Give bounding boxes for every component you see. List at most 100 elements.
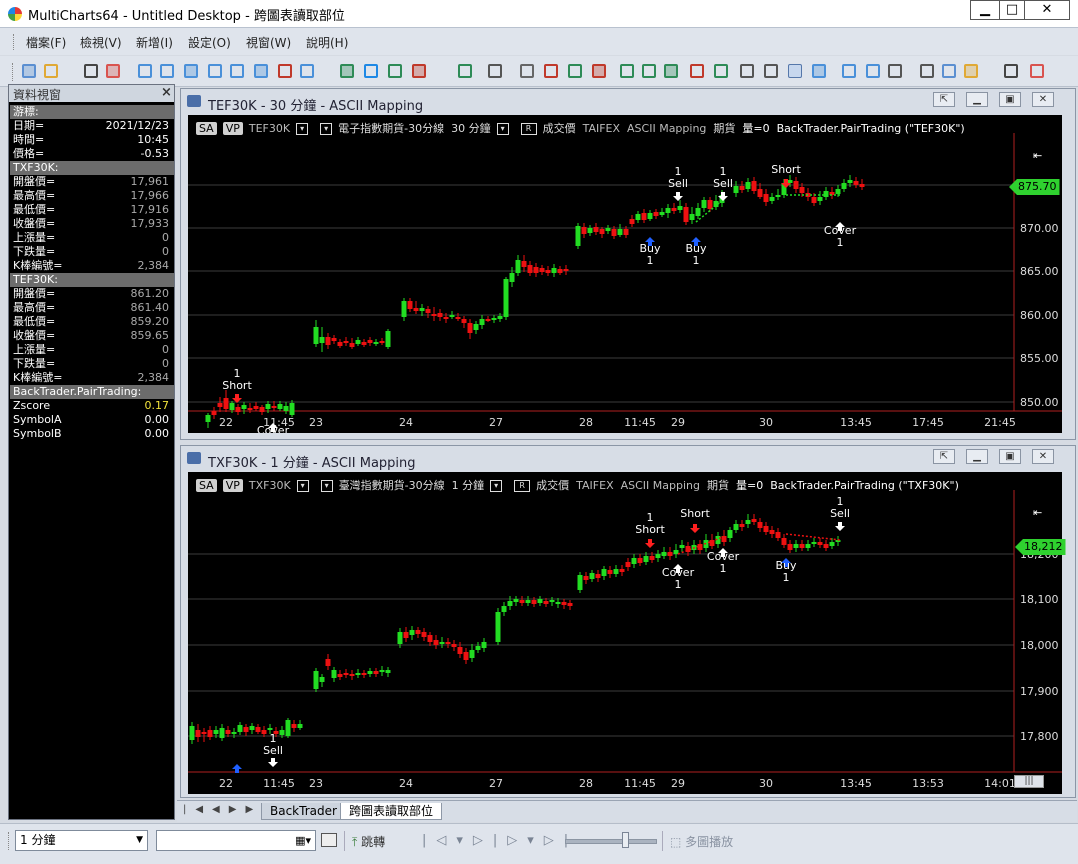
candle-body [733, 524, 739, 530]
toolbar-tool-icon[interactable] [520, 64, 534, 78]
data-window-close-icon[interactable]: × [161, 85, 172, 100]
candle-body [537, 599, 543, 603]
toolbar-tool-icon[interactable] [544, 64, 558, 78]
menu-insert[interactable]: 新增(I) [136, 34, 173, 51]
candle-body [349, 343, 355, 347]
tab-cross-chart[interactable]: 跨圖表讀取部位 [340, 803, 443, 820]
price-axis-label: 860.00 [1020, 309, 1059, 322]
horizontal-scrollbar-thumb[interactable]: ||| [1014, 775, 1044, 788]
slider-thumb[interactable] [622, 832, 629, 848]
window-close-button[interactable]: ✕ [1032, 449, 1054, 464]
row-value: 17,916 [130, 203, 170, 216]
row-label: 最低價= [13, 203, 56, 216]
toolbar-tool-icon[interactable] [138, 64, 152, 78]
keyboard-icon[interactable] [321, 833, 337, 847]
chart-plot-area[interactable]: SA VP TXF30K ▾ ▾ 臺灣指數期貨-30分線 1 分鐘 ▾ R 成交價 TAIFEX… [188, 472, 1066, 794]
toolbar-tool-icon[interactable] [690, 64, 704, 78]
toolbar-tool-icon[interactable] [664, 64, 678, 78]
candle-body [683, 207, 689, 222]
toolbar-tool-icon[interactable] [842, 64, 856, 78]
scroll-end-icon[interactable]: ⇤ [1033, 506, 1042, 519]
toolbar-tool-icon[interactable] [788, 64, 802, 78]
window-minimize-button[interactable]: ▁ [966, 92, 988, 107]
candle-body [647, 213, 653, 219]
date-input[interactable]: ▦▾ [156, 830, 316, 851]
toolbar-tool-icon[interactable] [300, 64, 314, 78]
candle-body [575, 226, 581, 246]
toolbar-tool-icon[interactable] [160, 64, 174, 78]
data-window-row: 最高價= 861.40 [10, 301, 174, 315]
toolbar-tool-icon[interactable] [230, 64, 244, 78]
toolbar-tool-icon[interactable] [412, 64, 426, 78]
detach-button[interactable]: ⇱ [933, 449, 955, 464]
detach-button[interactable]: ⇱ [933, 92, 955, 107]
multi-chart-playback-button[interactable]: ⬚ 多圖播放 [670, 833, 733, 850]
time-axis-label: 27 [489, 777, 503, 790]
window-minimize-button[interactable]: ▁ [966, 449, 988, 464]
candle-body [475, 646, 481, 650]
toolbar-tool-icon[interactable] [278, 64, 292, 78]
chart-plot-area[interactable]: SA VP TEF30K ▾ ▾ 電子指數期貨-30分線 30 分鐘 ▾ R 成交價 TAIFE… [188, 115, 1062, 433]
toolbar-tool-icon[interactable] [84, 64, 98, 78]
toolbar-tool-icon[interactable] [942, 64, 956, 78]
candle-body [817, 197, 823, 201]
grip [13, 34, 17, 50]
toolbar-tool-icon[interactable] [620, 64, 634, 78]
scroll-end-icon[interactable]: ⇤ [1033, 149, 1042, 162]
candle-body [451, 644, 457, 647]
toolbar-tool-icon[interactable] [488, 64, 502, 78]
menu-view[interactable]: 檢視(V) [80, 34, 122, 51]
price-chart-svg[interactable]: 18,20018,10018,00017,90017,8002211:45232… [188, 472, 1062, 794]
playback-controls[interactable]: |◁▾▷|▷▾▷| [422, 833, 578, 848]
toolbar-tool-icon[interactable] [714, 64, 728, 78]
interval-combo[interactable]: 1 分鐘 ▼ [15, 830, 148, 851]
window-close-button[interactable]: ✕ [1032, 92, 1054, 107]
toolbar-tool-icon[interactable] [888, 64, 902, 78]
candle-body [769, 530, 775, 534]
multi-play-icon: ⬚ [670, 835, 682, 849]
maximize-button[interactable]: □ [999, 0, 1025, 20]
toolbar-tool-icon[interactable] [964, 64, 978, 78]
menu-settings[interactable]: 設定(O) [188, 34, 231, 51]
toolbar-tool-icon[interactable] [44, 64, 58, 78]
candle-body [829, 542, 835, 546]
toolbar-tool-icon[interactable] [106, 64, 120, 78]
toolbar-tool-icon[interactable] [22, 64, 36, 78]
toolbar-tool-icon[interactable] [592, 64, 606, 78]
toolbar-tool-icon[interactable] [866, 64, 880, 78]
playback-speed-slider[interactable] [565, 839, 657, 844]
toolbar-tool-icon[interactable] [1004, 64, 1018, 78]
candle-body [643, 556, 649, 562]
toolbar-tool-icon[interactable] [812, 64, 826, 78]
calendar-icon[interactable]: ▦▾ [295, 831, 311, 850]
toolbar-tool-icon[interactable] [340, 64, 354, 78]
price-chart-svg[interactable]: 875.00870.00865.00860.00855.00850.002211… [188, 115, 1062, 433]
jump-button[interactable]: ⤒ 跳轉 [352, 833, 385, 850]
window-restore-button[interactable]: ▣ [999, 449, 1021, 464]
toolbar-tool-icon[interactable] [568, 64, 582, 78]
toolbar-tool-icon[interactable] [208, 64, 222, 78]
candle-body [467, 323, 473, 333]
row-label: 價格= [13, 147, 45, 160]
toolbar-tool-icon[interactable] [254, 64, 268, 78]
toolbar-tool-icon[interactable] [364, 64, 378, 78]
candle-body [519, 600, 525, 603]
toolbar-tool-icon[interactable] [920, 64, 934, 78]
minimize-button[interactable]: ▁ [970, 0, 1000, 20]
menu-window[interactable]: 視窗(W) [246, 34, 291, 51]
menu-file[interactable]: 檔案(F) [26, 34, 66, 51]
tab-backtrader[interactable]: BackTrader [261, 803, 346, 820]
toolbar-tool-icon[interactable] [642, 64, 656, 78]
toolbar-tool-icon[interactable] [1030, 64, 1044, 78]
toolbar-tool-icon[interactable] [458, 64, 472, 78]
toolbar-tool-icon[interactable] [740, 64, 754, 78]
candle-body [495, 612, 501, 642]
close-button[interactable]: ✕ [1024, 0, 1070, 20]
menu-help[interactable]: 說明(H) [306, 34, 348, 51]
toolbar-tool-icon[interactable] [184, 64, 198, 78]
toolbar-tool-icon[interactable] [764, 64, 778, 78]
candle-body [775, 532, 781, 538]
candle-body [739, 524, 745, 527]
window-restore-button[interactable]: ▣ [999, 92, 1021, 107]
toolbar-tool-icon[interactable] [388, 64, 402, 78]
